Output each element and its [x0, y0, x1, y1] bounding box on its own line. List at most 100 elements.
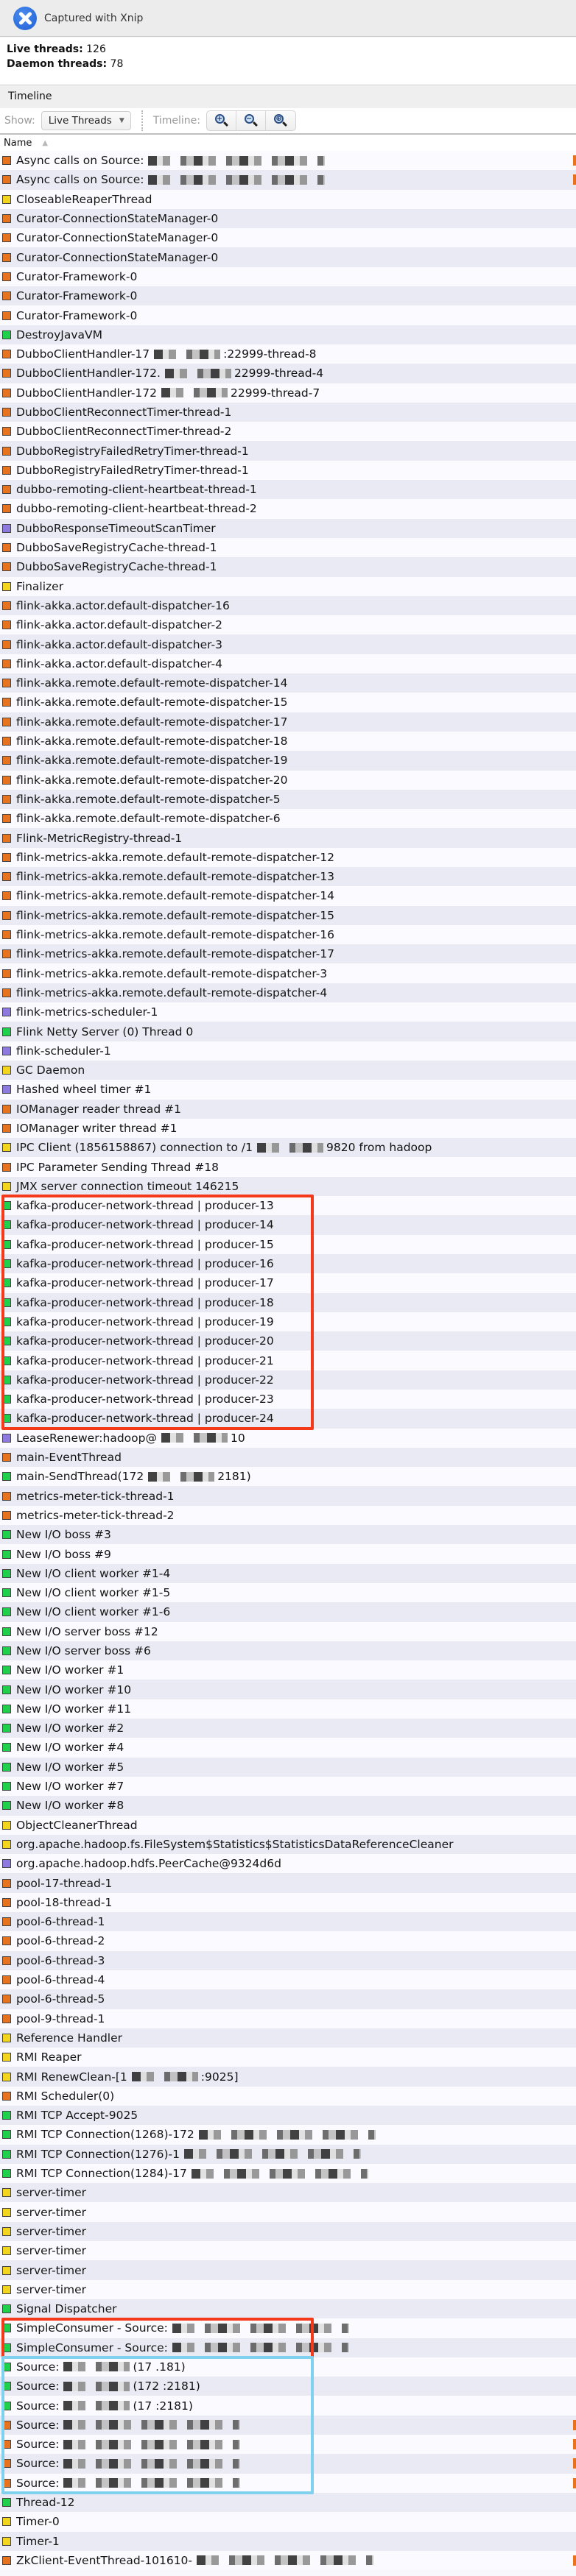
- thread-row[interactable]: kafka-producer-network-thread | producer…: [0, 1234, 576, 1254]
- thread-row[interactable]: DubboClientHandler-17:22999-thread-8: [0, 344, 576, 364]
- thread-row[interactable]: CloseableReaperThread: [0, 189, 576, 209]
- zoom-in-button[interactable]: +: [207, 111, 237, 130]
- thread-row[interactable]: IOManager writer thread #1: [0, 1118, 576, 1139]
- thread-row[interactable]: Signal Dispatcher: [0, 2299, 576, 2319]
- thread-row[interactable]: kafka-producer-network-thread | producer…: [0, 1273, 576, 1293]
- thread-row[interactable]: flink-scheduler-1: [0, 1041, 576, 1061]
- thread-row[interactable]: flink-akka.actor.default-dispatcher-2: [0, 615, 576, 635]
- thread-row[interactable]: New I/O worker #5: [0, 1757, 576, 1777]
- thread-row[interactable]: DubboSaveRegistryCache-thread-1: [0, 557, 576, 577]
- thread-row[interactable]: server-timer: [0, 2260, 576, 2280]
- thread-row[interactable]: DubboClientHandler-172. 22999-thread-4: [0, 364, 576, 383]
- thread-row[interactable]: Source:: [0, 2473, 576, 2493]
- thread-row[interactable]: New I/O client worker #1-6: [0, 1602, 576, 1622]
- thread-row[interactable]: server-timer: [0, 2221, 576, 2242]
- thread-row[interactable]: kafka-producer-network-thread | producer…: [0, 1331, 576, 1351]
- thread-row[interactable]: flink-akka.remote.default-remote-dispatc…: [0, 693, 576, 712]
- thread-row[interactable]: flink-metrics-akka.remote.default-remote…: [0, 886, 576, 906]
- thread-row[interactable]: flink-metrics-scheduler-1: [0, 1002, 576, 1022]
- thread-row[interactable]: Source:: [0, 2415, 576, 2435]
- thread-row[interactable]: JMX server connection timeout 146215: [0, 1176, 576, 1197]
- thread-row[interactable]: IPC Client (1856158867) connection to /1…: [0, 1138, 576, 1158]
- thread-row[interactable]: pool-18-thread-1: [0, 1892, 576, 1913]
- thread-row[interactable]: flink-metrics-akka.remote.default-remote…: [0, 944, 576, 964]
- thread-row[interactable]: pool-17-thread-1: [0, 1873, 576, 1893]
- thread-row[interactable]: New I/O client worker #1-5: [0, 1582, 576, 1603]
- thread-row[interactable]: org.apache.hadoop.hdfs.PeerCache@9324d6d: [0, 1854, 576, 1874]
- thread-row[interactable]: Source:: [0, 2454, 576, 2474]
- thread-row[interactable]: RMI TCP Connection(1276)-1: [0, 2144, 576, 2164]
- name-column-header[interactable]: Name ▲: [0, 135, 576, 151]
- thread-row[interactable]: flink-akka.actor.default-dispatcher-4: [0, 654, 576, 674]
- thread-row[interactable]: DubboClientReconnectTimer-thread-2: [0, 422, 576, 442]
- thread-row[interactable]: Hashed wheel timer #1: [0, 1080, 576, 1100]
- thread-row[interactable]: New I/O boss #3: [0, 1525, 576, 1545]
- thread-row[interactable]: metrics-meter-tick-thread-2: [0, 1505, 576, 1526]
- thread-row[interactable]: New I/O boss #9: [0, 1544, 576, 1564]
- thread-row[interactable]: pool-6-thread-5: [0, 1989, 576, 2009]
- thread-row[interactable]: org.apache.hadoop.fs.FileSystem$Statisti…: [0, 1834, 576, 1855]
- thread-row[interactable]: SimpleConsumer - Source:: [0, 2318, 576, 2338]
- thread-row[interactable]: New I/O server boss #6: [0, 1641, 576, 1661]
- thread-row[interactable]: main-SendThread(172 2181): [0, 1467, 576, 1487]
- thread-row[interactable]: kafka-producer-network-thread | producer…: [0, 1292, 576, 1312]
- thread-row[interactable]: flink-metrics-akka.remote.default-remote…: [0, 963, 576, 983]
- thread-row[interactable]: Curator-ConnectionStateManager-0: [0, 228, 576, 248]
- thread-row[interactable]: Source:: [0, 2435, 576, 2455]
- thread-row[interactable]: Async calls on Source:: [0, 151, 576, 171]
- zoom-out-button[interactable]: −: [236, 111, 267, 130]
- thread-row[interactable]: Curator-ConnectionStateManager-0: [0, 208, 576, 229]
- thread-row[interactable]: LeaseRenewer:hadoop@ 10: [0, 1428, 576, 1448]
- thread-row[interactable]: RMI TCP Connection(1284)-17: [0, 2163, 576, 2184]
- thread-row[interactable]: GC Daemon: [0, 1060, 576, 1080]
- thread-row[interactable]: Source: (17 .181): [0, 2357, 576, 2377]
- thread-row[interactable]: flink-metrics-akka.remote.default-remote…: [0, 905, 576, 925]
- thread-row[interactable]: flink-akka.remote.default-remote-dispatc…: [0, 673, 576, 693]
- thread-row[interactable]: kafka-producer-network-thread | producer…: [0, 1253, 576, 1274]
- thread-row[interactable]: DubboRegistryFailedRetryTimer-thread-1: [0, 460, 576, 481]
- thread-row[interactable]: Curator-Framework-0: [0, 286, 576, 306]
- thread-row[interactable]: main-EventThread: [0, 1447, 576, 1468]
- thread-row[interactable]: New I/O worker #10: [0, 1680, 576, 1699]
- thread-row[interactable]: New I/O server boss #12: [0, 1621, 576, 1641]
- thread-row[interactable]: RMI TCP Connection(1268)-172: [0, 2125, 576, 2145]
- thread-row[interactable]: pool-6-thread-3: [0, 1950, 576, 1970]
- thread-row[interactable]: kafka-producer-network-thread | producer…: [0, 1351, 576, 1370]
- thread-row[interactable]: pool-9-thread-1: [0, 2009, 576, 2028]
- thread-row[interactable]: New I/O worker #11: [0, 1699, 576, 1719]
- thread-row[interactable]: flink-akka.remote.default-remote-dispatc…: [0, 751, 576, 771]
- thread-row[interactable]: flink-metrics-akka.remote.default-remote…: [0, 847, 576, 867]
- thread-row[interactable]: flink-akka.remote.default-remote-dispatc…: [0, 770, 576, 790]
- thread-row[interactable]: DubboResponseTimeoutScanTimer: [0, 518, 576, 538]
- thread-row[interactable]: kafka-producer-network-thread | producer…: [0, 1215, 576, 1235]
- show-threads-dropdown[interactable]: Live Threads ▼: [41, 111, 131, 130]
- thread-row[interactable]: kafka-producer-network-thread | producer…: [0, 1196, 576, 1216]
- thread-row[interactable]: metrics-meter-tick-thread-1: [0, 1486, 576, 1506]
- thread-row[interactable]: Flink-MetricRegistry-thread-1: [0, 828, 576, 848]
- thread-row[interactable]: pool-6-thread-1: [0, 1912, 576, 1932]
- thread-row[interactable]: IOManager reader thread #1: [0, 1099, 576, 1119]
- thread-row[interactable]: kafka-producer-network-thread | producer…: [0, 1390, 576, 1409]
- thread-row[interactable]: ObjectCleanerThread: [0, 1815, 576, 1835]
- thread-row[interactable]: pool-6-thread-4: [0, 1970, 576, 1990]
- thread-row[interactable]: Flink Netty Server (0) Thread 0: [0, 1022, 576, 1041]
- thread-row[interactable]: kafka-producer-network-thread | producer…: [0, 1312, 576, 1332]
- thread-row[interactable]: DubboClientReconnectTimer-thread-1: [0, 402, 576, 422]
- thread-row[interactable]: flink-akka.remote.default-remote-dispatc…: [0, 731, 576, 751]
- thread-row[interactable]: flink-akka.remote.default-remote-dispatc…: [0, 712, 576, 732]
- thread-row[interactable]: server-timer: [0, 2279, 576, 2299]
- thread-row[interactable]: pool-6-thread-2: [0, 1931, 576, 1951]
- thread-row[interactable]: DubboRegistryFailedRetryTimer-thread-1: [0, 441, 576, 461]
- thread-row[interactable]: flink-metrics-akka.remote.default-remote…: [0, 924, 576, 945]
- thread-row[interactable]: server-timer: [0, 2202, 576, 2222]
- thread-row[interactable]: DestroyJavaVM: [0, 325, 576, 344]
- thread-row[interactable]: Source: (172 :2181): [0, 2377, 576, 2396]
- thread-row[interactable]: Curator-Framework-0: [0, 266, 576, 287]
- thread-row[interactable]: RMI Reaper: [0, 2048, 576, 2067]
- thread-row[interactable]: flink-akka.remote.default-remote-dispatc…: [0, 789, 576, 810]
- thread-row[interactable]: Curator-ConnectionStateManager-0: [0, 247, 576, 267]
- thread-row[interactable]: Thread-12: [0, 2492, 576, 2513]
- thread-row[interactable]: ZkClient-EventThread-101610-: [0, 2550, 576, 2571]
- thread-row[interactable]: kafka-producer-network-thread | producer…: [0, 1409, 576, 1429]
- thread-row[interactable]: SimpleConsumer - Source:: [0, 2338, 576, 2357]
